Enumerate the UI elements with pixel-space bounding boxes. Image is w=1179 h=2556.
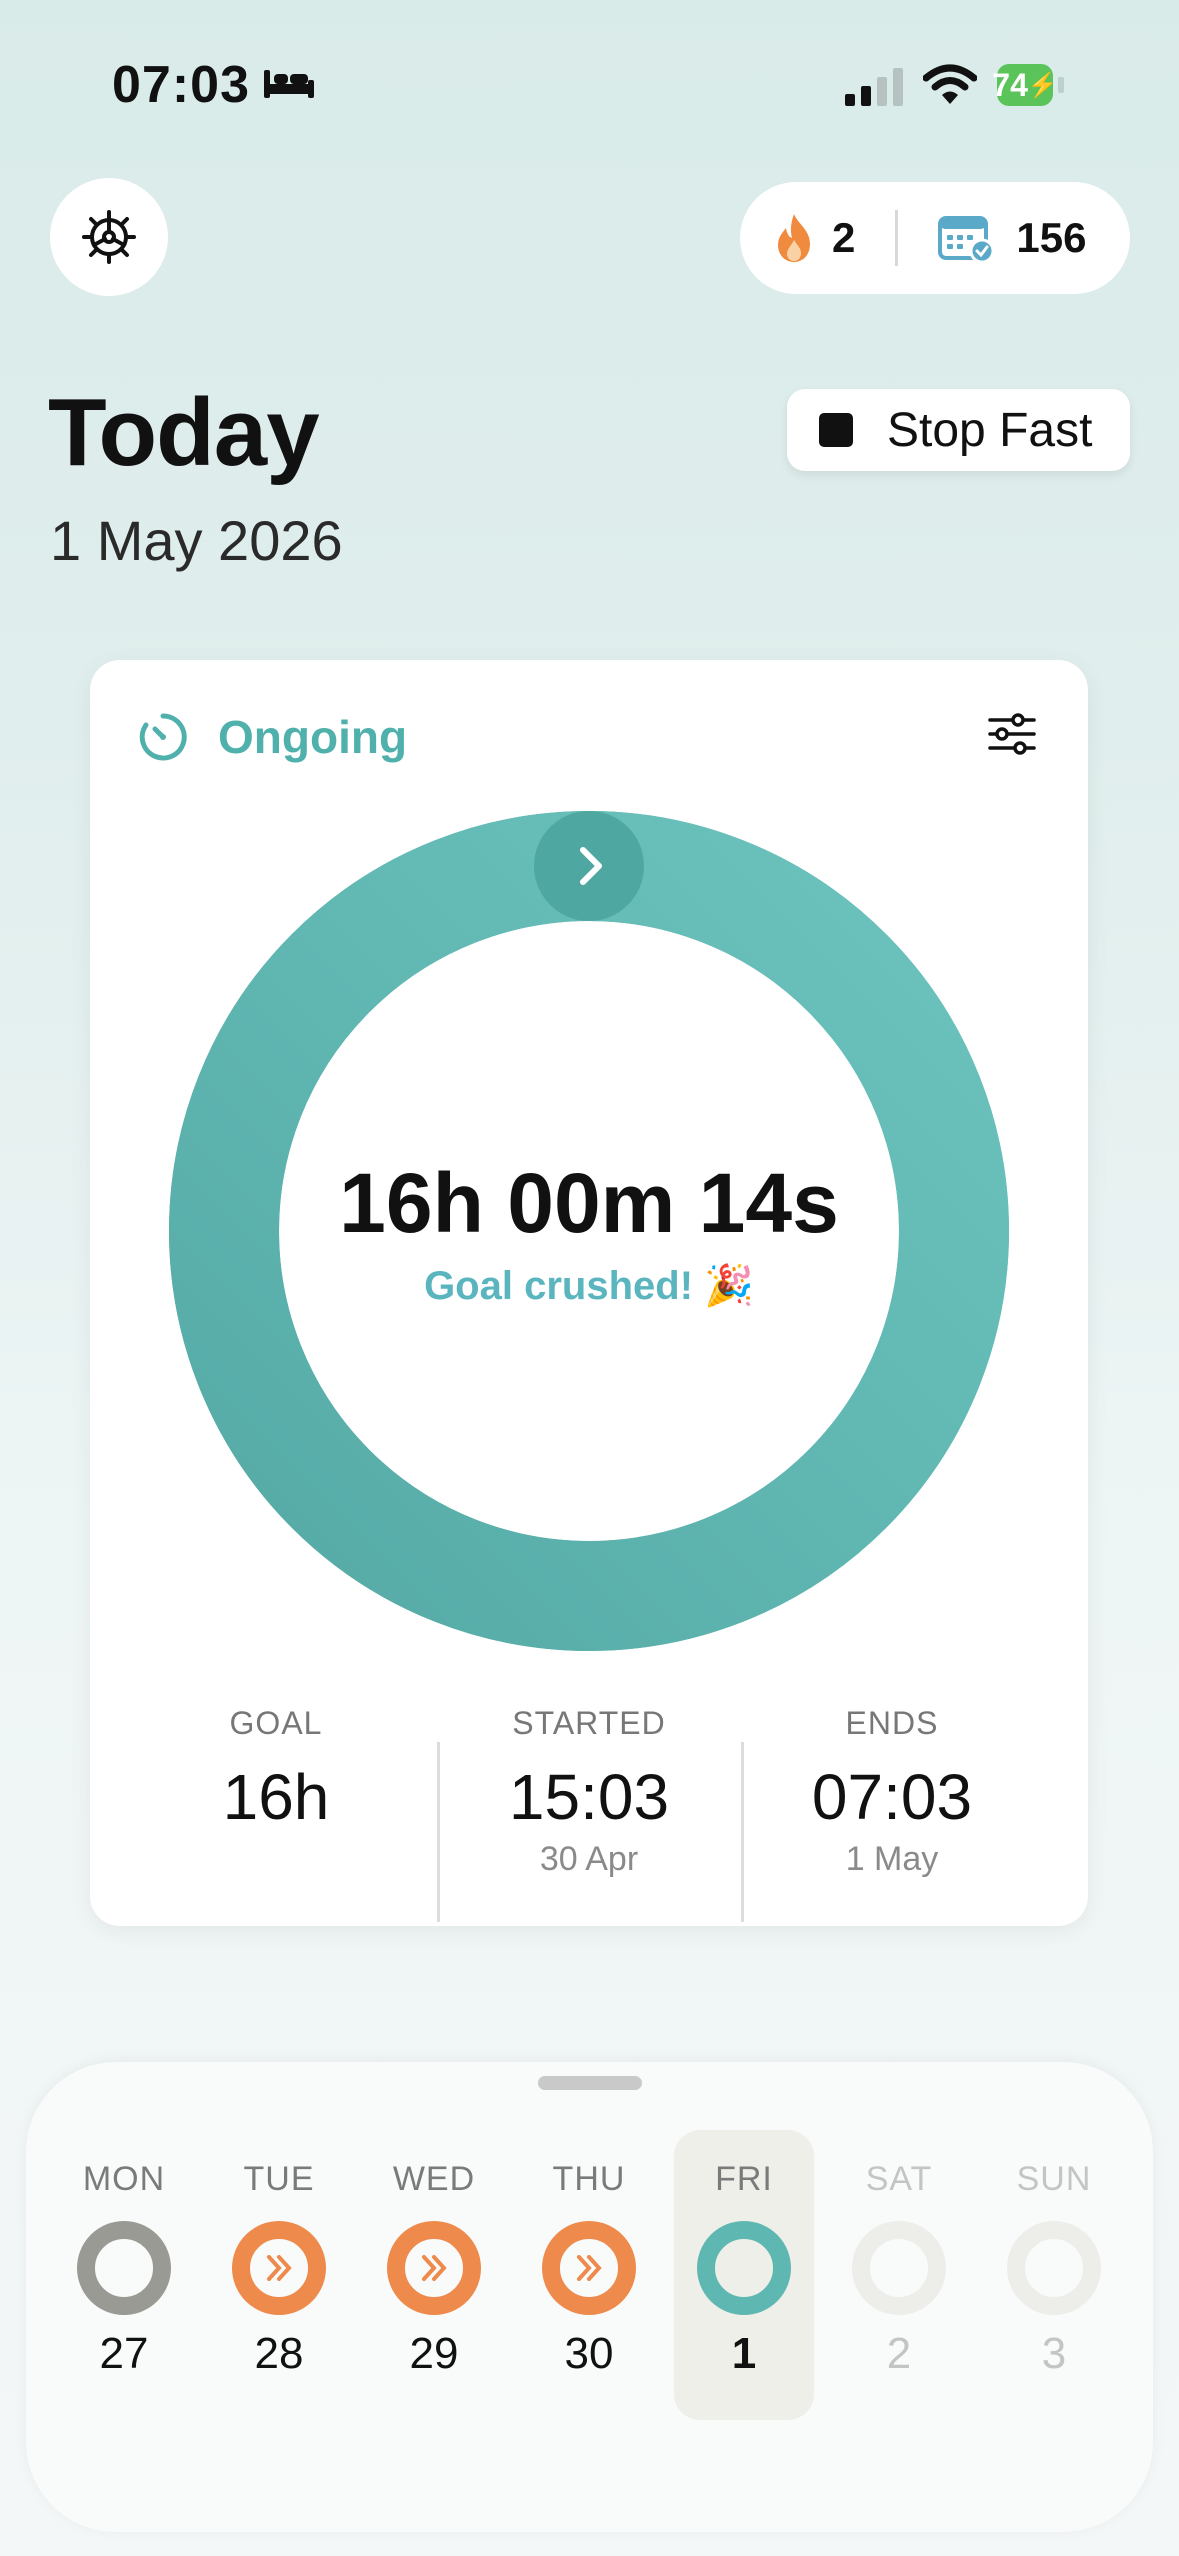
status-time: 07:03 (112, 56, 250, 114)
day-name: WED (392, 2160, 476, 2198)
day-name: THU (552, 2160, 626, 2198)
day-progress-ring (232, 2221, 326, 2315)
day-number: 1 (731, 2329, 757, 2378)
day-number: 3 (1041, 2329, 1067, 2378)
status-bar: 07:03 74 ⚡ (0, 0, 1179, 170)
battery-indicator: 74 ⚡ (992, 64, 1058, 106)
day-number: 2 (886, 2329, 912, 2378)
pill-divider (895, 210, 899, 266)
stat-started[interactable]: STARTED 15:03 30 Apr (439, 1700, 739, 1879)
flame-icon (778, 214, 810, 262)
stat-label: ENDS (845, 1705, 939, 1741)
stat-value: 16h (222, 1761, 330, 1833)
stop-icon (819, 413, 853, 447)
day-progress-ring (77, 2221, 171, 2315)
wifi-icon (923, 64, 977, 104)
day-thu[interactable]: THU 30 (519, 2130, 659, 2420)
day-progress-ring (852, 2221, 946, 2315)
total-fasts-count: 156 (1016, 214, 1087, 261)
day-name: MON (82, 2160, 166, 2198)
day-progress-ring (1007, 2221, 1101, 2315)
day-name: SUN (1016, 2160, 1092, 2198)
battery-level: 74 (992, 66, 1028, 103)
stat-value: 07:03 (811, 1761, 973, 1833)
streak-count: 2 (832, 214, 856, 261)
calendar-check-icon (938, 216, 995, 263)
cellular-signal-icon (845, 68, 903, 106)
day-sun[interactable]: SUN 3 (984, 2130, 1124, 2420)
bed-icon (264, 70, 314, 98)
day-number: 29 (409, 2329, 459, 2378)
fast-stats: GOAL 16h STARTED 15:03 30 Apr ENDS 07:03… (90, 1700, 1088, 1922)
day-progress-ring (387, 2221, 481, 2315)
day-sat[interactable]: SAT 2 (829, 2130, 969, 2420)
day-progress-ring (542, 2221, 636, 2315)
total-fasts-counter[interactable]: 156 (938, 213, 1086, 263)
gear-icon (82, 210, 136, 264)
goal-message: Goal crushed! 🎉 (424, 1264, 754, 1308)
stat-sub: 30 Apr (539, 1840, 639, 1878)
day-number: 28 (254, 2329, 304, 2378)
day-number: 30 (564, 2329, 614, 2378)
fast-card: Ongoing 16h 00m 14s Goal crushed! 🎉 GOAL… (90, 660, 1088, 1926)
stat-sub: 1 May (845, 1840, 939, 1878)
streak-counter[interactable]: 2 (774, 212, 855, 264)
stop-fast-label: Stop Fast (887, 403, 1093, 457)
progress-knob[interactable] (534, 811, 644, 921)
stat-label: STARTED (512, 1705, 666, 1741)
stop-fast-button[interactable]: Stop Fast (787, 389, 1130, 471)
day-progress-ring (697, 2221, 791, 2315)
settings-button[interactable] (50, 178, 168, 296)
day-fri[interactable]: FRI 1 (674, 2130, 814, 2420)
page-date: 1 May 2026 (50, 509, 343, 572)
day-name: FRI (715, 2160, 773, 2198)
double-chevron-icon (267, 2255, 292, 2281)
page-title: Today (48, 379, 320, 486)
elapsed-time: 16h 00m 14s (339, 1156, 839, 1250)
stat-value: 15:03 (508, 1761, 670, 1833)
battery-tip (1058, 77, 1064, 93)
stat-goal: GOAL 16h (126, 1700, 426, 1834)
stats-pill[interactable]: 2 156 (740, 182, 1130, 294)
stat-ends[interactable]: ENDS 07:03 1 May (742, 1700, 1042, 1879)
charging-bolt-icon: ⚡ (1027, 71, 1058, 99)
double-chevron-icon (422, 2255, 447, 2281)
day-wed[interactable]: WED 29 (364, 2130, 504, 2420)
day-name: TUE (243, 2160, 315, 2198)
day-mon[interactable]: MON 27 (54, 2130, 194, 2420)
day-name: SAT (865, 2160, 933, 2198)
day-tue[interactable]: TUE 28 (209, 2130, 349, 2420)
day-number: 27 (99, 2329, 149, 2378)
week-sheet[interactable]: MON 27 TUE 28 WED 29 THU 30 FRI 1 SAT 2 SUN 3 (26, 2062, 1153, 2532)
sheet-handle[interactable] (538, 2076, 642, 2090)
double-chevron-icon (577, 2255, 602, 2281)
stat-label: GOAL (229, 1705, 323, 1741)
